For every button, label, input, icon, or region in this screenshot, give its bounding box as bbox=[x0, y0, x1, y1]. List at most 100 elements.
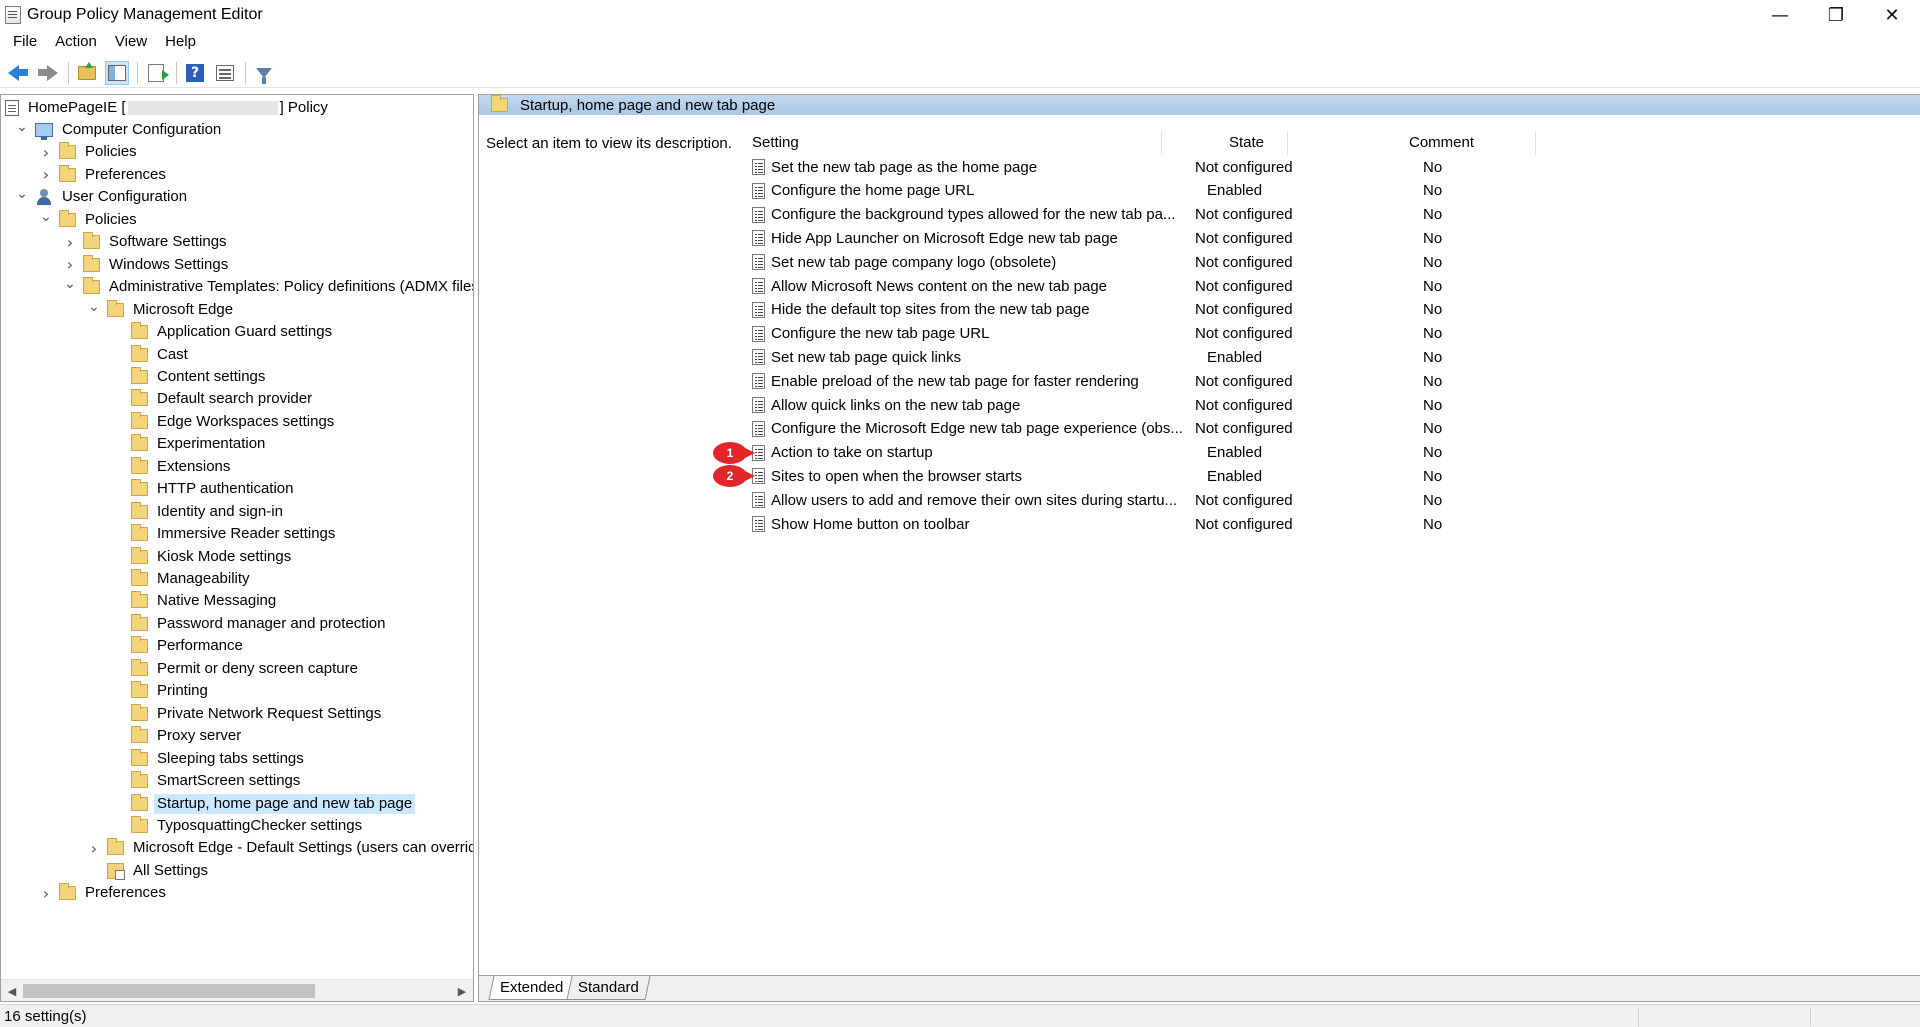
setting-row[interactable]: Configure the home page URL Enabled No bbox=[749, 179, 1649, 203]
forward-button[interactable] bbox=[36, 61, 60, 85]
console-tree-pane: HomePageIE [] Policy ⌄ Computer Configura… bbox=[0, 94, 474, 1002]
tree-item[interactable]: Application Guard settings bbox=[111, 321, 335, 343]
setting-row[interactable]: Hide App Launcher on Microsoft Edge new … bbox=[749, 226, 1649, 250]
setting-row[interactable]: Configure the background types allowed f… bbox=[749, 203, 1649, 227]
export-list-button[interactable] bbox=[144, 61, 169, 85]
tree-item[interactable]: Performance bbox=[111, 635, 246, 657]
tree-item[interactable]: HTTP authentication bbox=[111, 478, 296, 500]
back-button[interactable] bbox=[6, 61, 30, 85]
tree-item[interactable]: Immersive Reader settings bbox=[111, 523, 338, 545]
tree-item[interactable]: ⌄ Administrative Templates: Policy defini… bbox=[63, 276, 473, 298]
tree-item[interactable]: › Windows Settings bbox=[63, 254, 231, 276]
chevron-right-icon[interactable]: › bbox=[39, 143, 53, 162]
tree-item[interactable]: Proxy server bbox=[111, 725, 244, 747]
setting-state: Enabled bbox=[1207, 182, 1263, 200]
tree-item[interactable]: ⌄ Microsoft Edge bbox=[87, 299, 236, 321]
tree-item-label: Software Settings bbox=[109, 233, 227, 251]
tree-item[interactable]: Identity and sign-in bbox=[111, 501, 286, 523]
setting-row[interactable]: Enable preload of the new tab page for f… bbox=[749, 369, 1649, 393]
tree-item[interactable]: ⌄ Policies bbox=[39, 209, 140, 231]
setting-row[interactable]: Allow Microsoft News content on the new … bbox=[749, 274, 1649, 298]
policy-setting-icon bbox=[752, 182, 765, 199]
tab-extended[interactable]: Extended bbox=[488, 976, 575, 1000]
folder-icon bbox=[131, 524, 148, 542]
chevron-down-icon[interactable]: ⌄ bbox=[87, 299, 101, 315]
setting-row[interactable]: Action to take on startup Enabled No bbox=[749, 441, 1649, 465]
column-header-state[interactable]: State bbox=[1229, 131, 1264, 155]
tree-item[interactable]: ⌄ Computer Configuration bbox=[15, 119, 224, 141]
setting-row[interactable]: Sites to open when the browser starts Ena… bbox=[749, 464, 1649, 488]
tab-standard[interactable]: Standard bbox=[566, 976, 651, 1000]
chevron-down-icon[interactable]: ⌄ bbox=[63, 276, 77, 292]
tree-item[interactable]: Edge Workspaces settings bbox=[111, 411, 337, 433]
tree-item[interactable]: Private Network Request Settings bbox=[111, 703, 384, 725]
menu-file[interactable]: File bbox=[4, 30, 46, 54]
setting-state: Not configured bbox=[1195, 325, 1293, 343]
tree-item[interactable]: Manageability bbox=[111, 568, 253, 590]
setting-row[interactable]: Configure the new tab page URL Not config… bbox=[749, 322, 1649, 346]
menu-help[interactable]: Help bbox=[156, 30, 205, 54]
menu-bar: File Action View Help bbox=[0, 30, 1920, 54]
chevron-right-icon[interactable]: › bbox=[39, 884, 53, 903]
tree-item[interactable]: TyposquattingChecker settings bbox=[111, 815, 365, 837]
chevron-right-icon[interactable]: › bbox=[87, 839, 101, 858]
tree-root-policy[interactable]: HomePageIE [] Policy bbox=[5, 97, 331, 119]
restore-button[interactable]: ❐ bbox=[1808, 0, 1864, 30]
tree-item[interactable]: Default search provider bbox=[111, 388, 315, 410]
filter-button[interactable] bbox=[252, 61, 276, 85]
tree-item[interactable]: Permit or deny screen capture bbox=[111, 658, 361, 680]
setting-row[interactable]: Allow quick links on the new tab page Not… bbox=[749, 393, 1649, 417]
tree-item[interactable]: › Preferences bbox=[39, 882, 169, 904]
minimize-button[interactable]: — bbox=[1752, 0, 1808, 30]
tree-item[interactable]: Printing bbox=[111, 680, 211, 702]
setting-row[interactable]: Show Home button on toolbar Not configure… bbox=[749, 512, 1649, 536]
menu-view[interactable]: View bbox=[106, 30, 156, 54]
scroll-left-icon[interactable]: ◀ bbox=[3, 980, 21, 1001]
column-header-comment[interactable]: Comment bbox=[1409, 131, 1474, 155]
scroll-right-icon[interactable]: ▶ bbox=[453, 980, 471, 1001]
tree-item[interactable]: All Settings bbox=[87, 860, 211, 882]
horizontal-scrollbar[interactable]: ◀ ▶ bbox=[1, 979, 473, 1001]
setting-state: Not configured bbox=[1195, 301, 1293, 319]
chevron-down-icon[interactable]: ⌄ bbox=[15, 119, 29, 135]
column-divider[interactable] bbox=[1161, 131, 1162, 155]
chevron-down-icon[interactable]: ⌄ bbox=[39, 209, 53, 225]
help-button[interactable]: ? bbox=[183, 61, 207, 85]
setting-row[interactable]: Allow users to add and remove their own … bbox=[749, 488, 1649, 512]
tree-item[interactable]: Experimentation bbox=[111, 433, 268, 455]
column-header-setting[interactable]: Setting bbox=[752, 131, 799, 155]
tree-item[interactable]: Kiosk Mode settings bbox=[111, 546, 294, 568]
chevron-right-icon[interactable]: › bbox=[63, 255, 77, 274]
setting-row[interactable]: Set new tab page quick links Enabled No bbox=[749, 345, 1649, 369]
tree-item[interactable]: › Software Settings bbox=[63, 231, 230, 253]
setting-row[interactable]: Set new tab page company logo (obsolete)… bbox=[749, 250, 1649, 274]
tree-item[interactable]: Content settings bbox=[111, 366, 268, 388]
chevron-down-icon[interactable]: ⌄ bbox=[15, 186, 29, 202]
tree-item[interactable]: Password manager and protection bbox=[111, 613, 388, 635]
column-divider[interactable] bbox=[1535, 131, 1536, 155]
tree-item[interactable]: › Preferences bbox=[39, 164, 169, 186]
tree-item-label: Performance bbox=[157, 637, 243, 655]
up-one-level-button[interactable] bbox=[75, 61, 99, 85]
tree-item[interactable]: Extensions bbox=[111, 456, 233, 478]
view-button[interactable] bbox=[213, 61, 237, 85]
tree-item[interactable]: Native Messaging bbox=[111, 590, 279, 612]
close-button[interactable]: ✕ bbox=[1864, 0, 1920, 30]
setting-row[interactable]: Configure the Microsoft Edge new tab pag… bbox=[749, 417, 1649, 441]
menu-action[interactable]: Action bbox=[46, 30, 106, 54]
chevron-right-icon[interactable]: › bbox=[63, 233, 77, 252]
tree-item[interactable]: › Policies bbox=[39, 141, 140, 163]
tree-item[interactable]: ⌄ User Configuration bbox=[15, 186, 190, 208]
tree-item[interactable]: Sleeping tabs settings bbox=[111, 748, 307, 770]
folder-icon bbox=[131, 344, 148, 362]
setting-row[interactable]: Set the new tab page as the home page Not… bbox=[749, 155, 1649, 179]
tree-item[interactable]: › Microsoft Edge - Default Settings (user… bbox=[87, 837, 473, 859]
tree-item[interactable]: Startup, home page and new tab page bbox=[111, 793, 416, 815]
scrollbar-thumb[interactable] bbox=[23, 984, 315, 998]
column-divider[interactable] bbox=[1287, 131, 1288, 155]
show-hide-console-tree-button[interactable] bbox=[105, 60, 129, 85]
tree-item[interactable]: SmartScreen settings bbox=[111, 770, 303, 792]
tree-item[interactable]: Cast bbox=[111, 344, 191, 366]
chevron-right-icon[interactable]: › bbox=[39, 165, 53, 184]
setting-row[interactable]: Hide the default top sites from the new … bbox=[749, 298, 1649, 322]
